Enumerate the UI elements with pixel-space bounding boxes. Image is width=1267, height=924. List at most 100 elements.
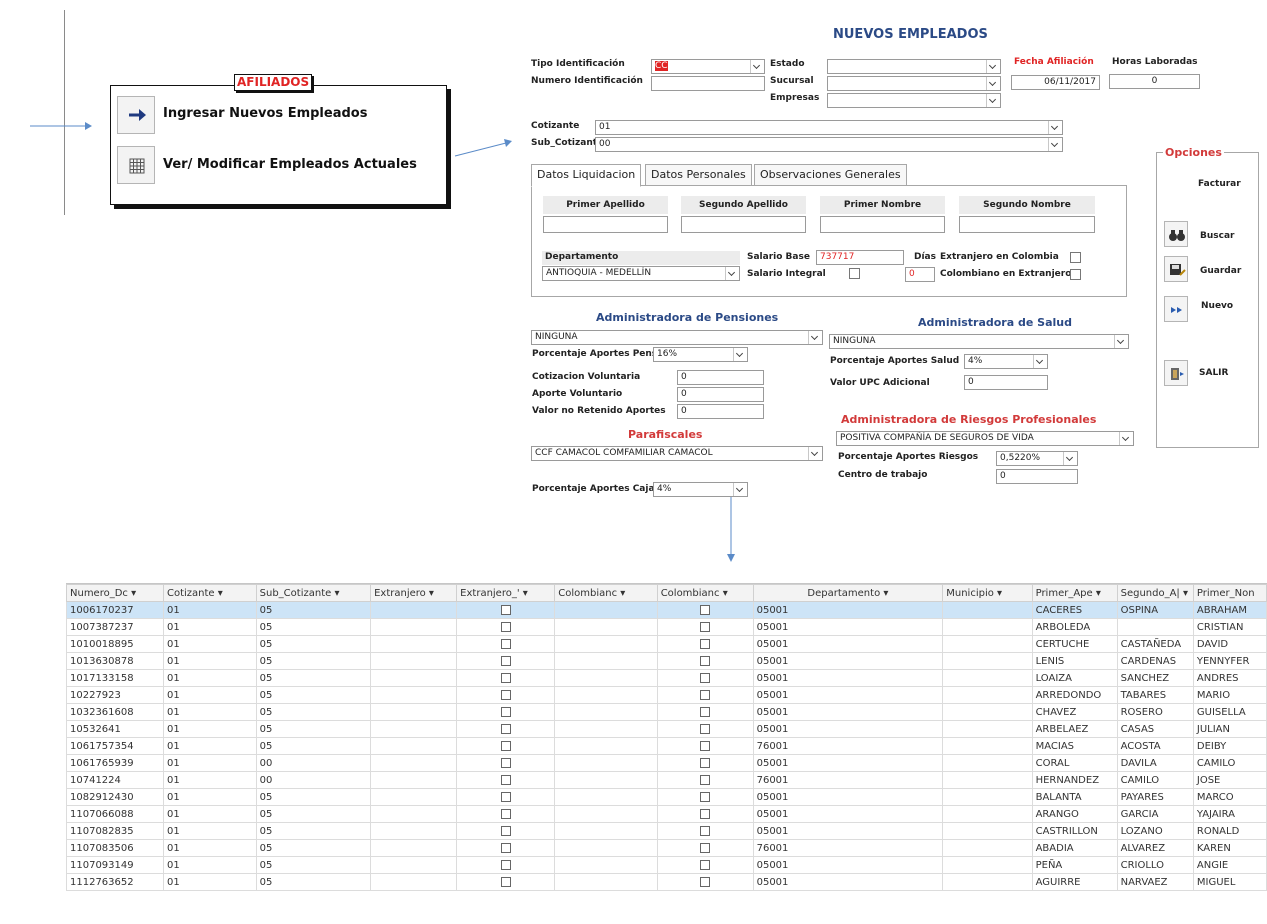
chevron-down-icon[interactable]: [733, 348, 747, 361]
row-checkbox[interactable]: [500, 723, 511, 734]
table-cell[interactable]: BALANTA: [1031, 788, 1118, 806]
table-checkbox-cell[interactable]: [456, 618, 556, 636]
col-header-segundo-apellido[interactable]: Segundo_A| ▾: [1116, 584, 1194, 602]
row-checkbox[interactable]: [700, 706, 711, 717]
table-cell[interactable]: 1006170237: [66, 601, 164, 619]
row-checkbox[interactable]: [700, 876, 711, 887]
col-header-sub-cotizante[interactable]: Sub_Cotizante ▾: [255, 584, 372, 602]
table-checkbox-cell[interactable]: [456, 652, 556, 670]
table-cell-empty[interactable]: [942, 652, 1033, 670]
facturar-label[interactable]: Facturar: [1198, 179, 1241, 189]
table-checkbox-cell[interactable]: [656, 754, 754, 772]
table-cell-empty[interactable]: [942, 822, 1033, 840]
table-checkbox-cell[interactable]: [656, 737, 754, 755]
table-checkbox-cell[interactable]: [656, 856, 754, 874]
row-checkbox[interactable]: [700, 757, 711, 768]
row-checkbox[interactable]: [700, 740, 711, 751]
table-cell[interactable]: LOZANO: [1116, 822, 1194, 840]
table-cell[interactable]: MIGUEL: [1192, 873, 1267, 891]
col-header-primer-apellido[interactable]: Primer_Ape ▾: [1031, 584, 1118, 602]
table-cell[interactable]: 05001: [752, 669, 944, 687]
table-cell[interactable]: MARCO: [1192, 788, 1267, 806]
table-cell[interactable]: YENNYFER: [1192, 652, 1267, 670]
table-cell-empty[interactable]: [370, 686, 458, 704]
cotizacion-voluntaria-input[interactable]: 0: [677, 370, 764, 385]
row-checkbox[interactable]: [700, 723, 711, 734]
chevron-down-icon[interactable]: [733, 483, 747, 496]
table-cell[interactable]: CASAS: [1116, 720, 1194, 738]
departamento-select[interactable]: ANTIOQUIA - MEDELLÍN: [542, 266, 740, 281]
chevron-down-icon[interactable]: [986, 60, 1000, 73]
table-checkbox-cell[interactable]: [456, 720, 556, 738]
guardar-button[interactable]: [1164, 256, 1188, 282]
table-checkbox-cell[interactable]: [656, 652, 754, 670]
chevron-down-icon[interactable]: [1033, 355, 1047, 368]
table-cell[interactable]: 01: [163, 873, 257, 891]
table-cell[interactable]: 1082912430: [66, 788, 164, 806]
row-checkbox[interactable]: [500, 604, 511, 615]
table-cell-empty[interactable]: [370, 873, 458, 891]
table-cell[interactable]: ANDRES: [1192, 669, 1267, 687]
table-cell[interactable]: 1007387237: [66, 618, 164, 636]
table-checkbox-cell[interactable]: [656, 601, 754, 619]
table-row[interactable]: 1061765939 01 00 05001 CORAL DAVILA CAMILO: [66, 754, 1267, 772]
table-cell[interactable]: 05: [255, 652, 372, 670]
table-checkbox-cell[interactable]: [656, 873, 754, 891]
table-cell[interactable]: 05: [255, 805, 372, 823]
pensiones-select[interactable]: NINGUNA: [531, 330, 823, 345]
table-cell-empty[interactable]: [370, 618, 458, 636]
chevron-down-icon[interactable]: [808, 331, 822, 344]
table-cell-empty[interactable]: [942, 771, 1033, 789]
primer-apellido-input[interactable]: [543, 216, 668, 233]
table-checkbox-cell[interactable]: [656, 703, 754, 721]
table-checkbox-cell[interactable]: [656, 720, 754, 738]
table-cell-empty[interactable]: [554, 618, 658, 636]
chevron-down-icon[interactable]: [1048, 138, 1062, 151]
table-checkbox-cell[interactable]: [456, 839, 556, 857]
table-checkbox-cell[interactable]: [456, 771, 556, 789]
table-cell-empty[interactable]: [942, 618, 1033, 636]
table-cell[interactable]: 05001: [752, 618, 944, 636]
col-header-departamento[interactable]: Departamento ▾: [752, 584, 944, 602]
table-cell[interactable]: 05: [255, 601, 372, 619]
table-cell[interactable]: 1032361608: [66, 703, 164, 721]
sub-cotizante-select[interactable]: 00: [595, 137, 1063, 152]
table-cell-empty[interactable]: [554, 788, 658, 806]
table-cell-empty[interactable]: [554, 856, 658, 874]
table-cell-empty[interactable]: [370, 737, 458, 755]
row-checkbox[interactable]: [500, 825, 511, 836]
table-cell[interactable]: 1107083506: [66, 839, 164, 857]
aporte-voluntario-input[interactable]: 0: [677, 387, 764, 402]
row-checkbox[interactable]: [500, 740, 511, 751]
table-cell-empty[interactable]: [370, 703, 458, 721]
table-row[interactable]: 1107093149 01 05 05001 PEÑA CRIOLLO ANGIE: [66, 856, 1267, 874]
table-cell[interactable]: MACIAS: [1031, 737, 1118, 755]
table-cell[interactable]: 01: [163, 618, 257, 636]
porcentaje-riesgos-select[interactable]: 0,5220%: [996, 451, 1078, 466]
table-row[interactable]: 1082912430 01 05 05001 BALANTA PAYARES MARCO: [66, 788, 1267, 806]
table-cell-empty[interactable]: [554, 839, 658, 857]
table-checkbox-cell[interactable]: [456, 856, 556, 874]
row-checkbox[interactable]: [500, 655, 511, 666]
table-cell[interactable]: 05001: [752, 686, 944, 704]
table-cell[interactable]: 76001: [752, 839, 944, 857]
table-cell[interactable]: 01: [163, 601, 257, 619]
table-cell[interactable]: PEÑA: [1031, 856, 1118, 874]
table-cell[interactable]: 10532641: [66, 720, 164, 738]
table-cell[interactable]: 01: [163, 720, 257, 738]
table-checkbox-cell[interactable]: [456, 805, 556, 823]
table-cell[interactable]: 05001: [752, 873, 944, 891]
table-cell[interactable]: 01: [163, 754, 257, 772]
col-header-colombiano-2[interactable]: Colombianc ▾: [656, 584, 754, 602]
table-checkbox-cell[interactable]: [456, 703, 556, 721]
estado-select[interactable]: [827, 59, 1001, 74]
table-cell[interactable]: 10227923: [66, 686, 164, 704]
table-cell[interactable]: LOAIZA: [1031, 669, 1118, 687]
extranjero-colombia-checkbox[interactable]: [1070, 252, 1081, 263]
dias-input[interactable]: 0: [905, 267, 935, 282]
table-cell-empty[interactable]: [554, 635, 658, 653]
table-cell-empty[interactable]: [942, 703, 1033, 721]
table-cell[interactable]: ARANGO: [1031, 805, 1118, 823]
table-cell-empty[interactable]: [370, 771, 458, 789]
table-cell[interactable]: ABADIA: [1031, 839, 1118, 857]
